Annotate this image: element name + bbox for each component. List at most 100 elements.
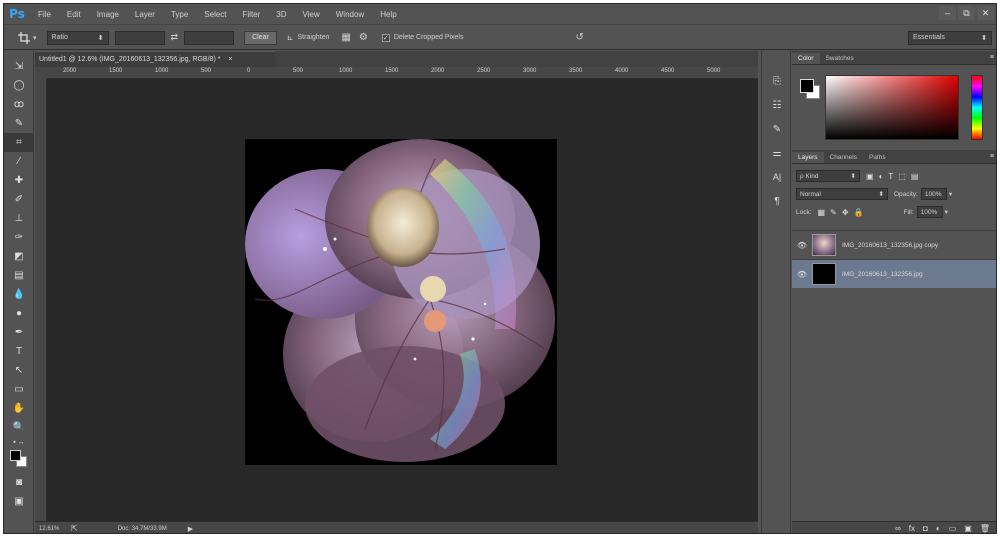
character-panel-icon[interactable]: A|	[762, 165, 792, 189]
move-tool-icon[interactable]: ⇲	[4, 57, 34, 76]
lasso-tool-icon[interactable]: ꝏ	[4, 95, 34, 114]
swap-icon[interactable]: ⇄	[171, 32, 179, 43]
menu-type[interactable]: Type	[163, 4, 196, 25]
menu-view[interactable]: View	[295, 4, 328, 25]
restore-button[interactable]: ⧉	[958, 6, 975, 20]
horizontal-ruler[interactable]: 2000 1500 1000 500 0 500 1000 1500 2000 …	[47, 67, 758, 79]
tab-color[interactable]: Color	[792, 53, 820, 64]
properties-panel-icon[interactable]: ☷	[762, 93, 792, 117]
menu-select[interactable]: Select	[196, 4, 234, 25]
history-brush-tool-icon[interactable]: ✑	[4, 228, 34, 247]
layer-row[interactable]: 👁 IMG_20160613_132356.jpg copy	[792, 230, 996, 259]
color-foreground-swatch[interactable]	[800, 79, 814, 93]
height-field[interactable]	[184, 30, 235, 45]
filter-shape-icon[interactable]: ⬚	[898, 172, 906, 181]
clone-stamp-tool-icon[interactable]: ⊥	[4, 209, 34, 228]
healing-brush-tool-icon[interactable]: ✚	[4, 171, 34, 190]
eraser-tool-icon[interactable]: ◩	[4, 247, 34, 266]
clear-button[interactable]: Clear	[244, 30, 277, 45]
crop-tool-icon[interactable]: ⌗	[4, 133, 34, 152]
lock-all-icon[interactable]: 🔒	[854, 208, 864, 217]
filter-smart-object-icon[interactable]: ▤	[911, 172, 919, 181]
hand-tool-icon[interactable]: ✋	[4, 399, 34, 418]
brush-presets-icon[interactable]: ✎	[762, 117, 792, 141]
straighten-button[interactable]: ⊾ Straighten	[287, 33, 330, 42]
close-button[interactable]: ✕	[977, 6, 994, 20]
visibility-eye-icon[interactable]: 👁	[792, 270, 812, 279]
status-menu-arrow-icon[interactable]: ▶	[188, 525, 193, 533]
crop-tool-preset[interactable]: ▾	[18, 31, 37, 44]
minimize-button[interactable]: –	[939, 6, 956, 20]
adjustments-icon[interactable]: ⚌	[762, 141, 792, 165]
foreground-background-colors[interactable]	[4, 447, 34, 473]
link-layers-icon[interactable]: ∞	[895, 524, 901, 533]
lock-position-icon[interactable]: ✥	[842, 208, 849, 217]
fill-field[interactable]: 100%	[916, 206, 943, 218]
foreground-color-swatch[interactable]	[10, 450, 21, 461]
color-spectrum-field[interactable]	[825, 75, 959, 140]
panel-menu-icon[interactable]: ≡	[990, 54, 994, 61]
marquee-tool-icon[interactable]: ◯	[4, 76, 34, 95]
layers-panel-menu-icon[interactable]: ≡	[990, 153, 994, 160]
quick-selection-tool-icon[interactable]: ✎	[4, 114, 34, 133]
pen-tool-icon[interactable]: ✒	[4, 323, 34, 342]
tab-paths[interactable]: Paths	[863, 152, 892, 163]
type-tool-icon[interactable]: T	[4, 342, 34, 361]
trash-icon[interactable]: 🗑	[980, 524, 990, 533]
dodge-tool-icon[interactable]: ●	[4, 304, 34, 323]
blur-tool-icon[interactable]: 💧	[4, 285, 34, 304]
rectangle-tool-icon[interactable]: ▭	[4, 380, 34, 399]
image-canvas[interactable]	[245, 139, 557, 465]
blend-mode-select[interactable]: Normal ⬍	[796, 188, 888, 200]
visibility-eye-icon[interactable]: 👁	[792, 241, 812, 250]
path-selection-tool-icon[interactable]: ↖	[4, 361, 34, 380]
screen-mode-icon[interactable]: ▣	[4, 492, 34, 511]
quick-mask-icon[interactable]: ◙	[4, 473, 34, 492]
layer-row-selected[interactable]: 👁 IMG_20160613_132356.jpg	[792, 259, 996, 288]
settings-gear-icon[interactable]: ⚙	[359, 32, 368, 43]
document-tab[interactable]: Untitled1 @ 12.6% (IMG_20160613_132356.j…	[35, 51, 275, 67]
tab-channels[interactable]: Channels	[824, 152, 863, 163]
menu-layer[interactable]: Layer	[127, 4, 163, 25]
history-panel-icon[interactable]: ⎘	[762, 69, 792, 93]
zoom-level[interactable]: 12.61%	[35, 526, 65, 532]
new-layer-icon[interactable]: ▣	[964, 524, 972, 533]
ratio-select[interactable]: Ratio ⬍	[46, 30, 109, 45]
menu-image[interactable]: Image	[89, 4, 127, 25]
new-group-icon[interactable]: ▭	[949, 524, 957, 533]
filter-pixel-icon[interactable]: ▣	[866, 172, 874, 181]
paragraph-panel-icon[interactable]: ¶	[762, 189, 792, 213]
workspace-select[interactable]: Essentials ⬍	[908, 30, 992, 45]
opacity-dropdown-icon[interactable]: ▾	[949, 190, 952, 198]
add-mask-icon[interactable]: ◘	[923, 524, 928, 533]
tab-swatches[interactable]: Swatches	[820, 53, 860, 64]
menu-window[interactable]: Window	[328, 4, 372, 25]
zoom-tool-icon[interactable]: 🔍	[4, 418, 34, 437]
layer-style-icon[interactable]: fx	[909, 524, 915, 533]
filter-adjustment-icon[interactable]: ◐	[879, 172, 884, 181]
lock-transparent-icon[interactable]: ▦	[818, 208, 826, 217]
gradient-tool-icon[interactable]: ▤	[4, 266, 34, 285]
menu-file[interactable]: File	[30, 4, 59, 25]
fill-dropdown-icon[interactable]: ▾	[945, 208, 948, 216]
eyedropper-tool-icon[interactable]: ⁄	[4, 152, 34, 171]
filter-type-icon[interactable]: T	[888, 172, 893, 181]
canvas-area[interactable]	[48, 80, 758, 521]
menu-3d[interactable]: 3D	[268, 4, 294, 25]
kind-filter-select[interactable]: ρ Kind ⬍	[796, 170, 860, 182]
delete-cropped-pixels-checkbox[interactable]: ✓ Delete Cropped Pixels	[381, 33, 464, 42]
tab-layers[interactable]: Layers	[792, 152, 824, 163]
overlay-grid-icon[interactable]: ▦	[341, 32, 350, 43]
hue-slider[interactable]	[971, 75, 983, 140]
menu-help[interactable]: Help	[372, 4, 404, 25]
default-colors-icon[interactable]: ▪ ↔	[4, 437, 34, 447]
adjustment-layer-icon[interactable]: ◐	[936, 524, 941, 533]
menu-edit[interactable]: Edit	[59, 4, 89, 25]
reset-icon[interactable]: ↺	[576, 32, 584, 43]
lock-image-icon[interactable]: ✎	[830, 208, 837, 217]
vertical-ruler[interactable]	[35, 79, 47, 521]
brush-tool-icon[interactable]: ✐	[4, 190, 34, 209]
opacity-field[interactable]: 100%	[920, 188, 947, 200]
width-field[interactable]	[114, 30, 165, 45]
export-icon[interactable]: ⇱	[71, 524, 78, 533]
